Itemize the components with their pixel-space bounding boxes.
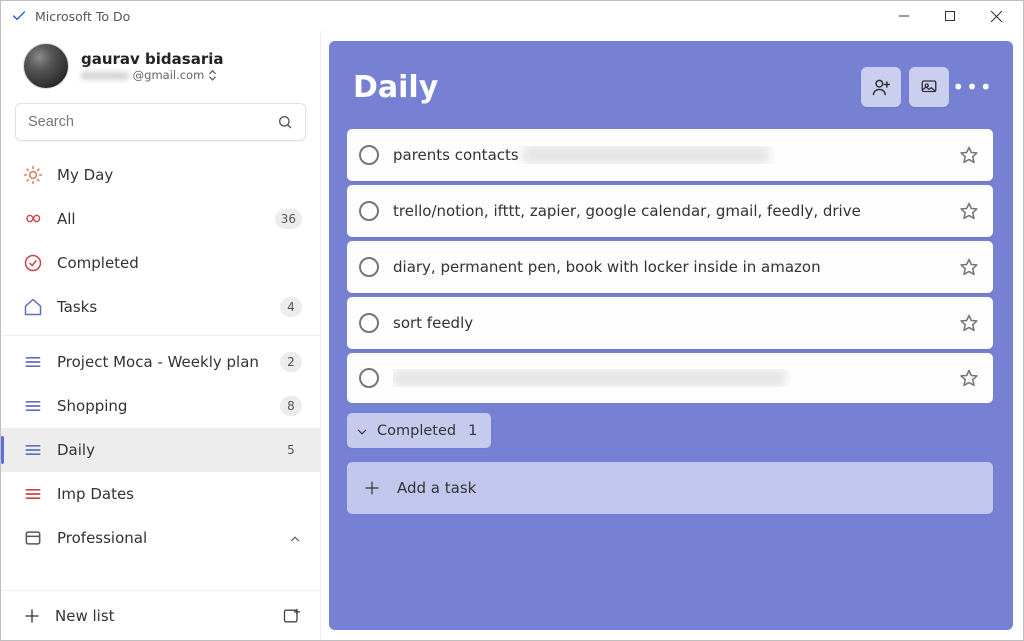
task-checkbox[interactable] (359, 257, 379, 277)
profile-name: gaurav bidasaria (81, 50, 224, 68)
task-title: diary, permanent pen, book with locker i… (393, 258, 945, 276)
search-icon (277, 114, 293, 130)
task-checkbox[interactable] (359, 201, 379, 221)
task-row[interactable]: sort feedly (347, 297, 993, 349)
infinity-icon (23, 209, 43, 229)
new-list-label: New list (55, 607, 268, 625)
app-icon (11, 8, 27, 24)
sidebar-item-all[interactable]: All 36 (1, 197, 320, 241)
list-title: Daily (353, 70, 438, 105)
window-titlebar: Microsoft To Do (1, 1, 1023, 31)
home-icon (23, 297, 43, 317)
task-checkbox[interactable] (359, 145, 379, 165)
count-badge: 2 (280, 352, 302, 372)
sidebar-item-tasks[interactable]: Tasks 4 (1, 285, 320, 329)
task-title: parents contacts xxxxxxx xxxxxxx xxxxxx … (393, 146, 945, 164)
add-task-label: Add a task (397, 479, 476, 497)
sidebar-item-label: All (57, 210, 261, 228)
star-icon[interactable] (959, 257, 979, 277)
star-icon[interactable] (959, 145, 979, 165)
sidebar-item-label: Project Moca - Weekly plan (57, 353, 266, 371)
theme-button[interactable] (909, 67, 949, 107)
list-header: Daily ••• (347, 67, 993, 107)
sidebar-item-label: Imp Dates (57, 485, 302, 503)
task-checkbox[interactable] (359, 368, 379, 388)
sidebar-item-completed[interactable]: Completed (1, 241, 320, 285)
sidebar-item-my-day[interactable]: My Day (1, 153, 320, 197)
task-row[interactable]: parents contacts xxxxxxx xxxxxxx xxxxxx … (347, 129, 993, 181)
search-input[interactable] (28, 114, 277, 130)
content-area: Daily ••• parents contacts xxxxxxx xxxxx… (321, 31, 1023, 640)
list-pane: Daily ••• parents contacts xxxxxxx xxxxx… (329, 41, 1013, 630)
avatar (23, 43, 69, 89)
task-title: trello/notion, ifttt, zapier, google cal… (393, 202, 945, 220)
sidebar-item-label: Shopping (57, 397, 266, 415)
window-minimize-button[interactable] (881, 1, 927, 31)
search-box[interactable] (15, 103, 306, 141)
completed-label: Completed (377, 423, 456, 439)
sidebar-item-label: Completed (57, 254, 302, 272)
add-task-row[interactable]: Add a task (347, 462, 993, 514)
task-row[interactable]: xxxxxxxx xxxxxx xxxxxxx xxxxx xxxx xxx x… (347, 353, 993, 403)
account-switcher-icon (208, 69, 217, 81)
task-list: parents contacts xxxxxxx xxxxxxx xxxxxx … (347, 129, 993, 403)
sidebar-item-label: Daily (57, 441, 266, 459)
sidebar-item-label: Tasks (57, 298, 266, 316)
sun-icon (23, 165, 43, 185)
star-icon[interactable] (959, 313, 979, 333)
sidebar-item-professional[interactable]: Professional (1, 516, 320, 560)
sidebar-item-project-moca[interactable]: Project Moca - Weekly plan 2 (1, 340, 320, 384)
chevron-down-icon (355, 424, 369, 438)
list-icon (23, 484, 43, 504)
list-icon (23, 396, 43, 416)
new-group-icon[interactable] (282, 606, 302, 626)
completed-toggle[interactable]: Completed 1 (347, 413, 491, 448)
window-maximize-button[interactable] (927, 1, 973, 31)
task-title: xxxxxxxx xxxxxx xxxxxxx xxxxx xxxx xxx x… (393, 369, 945, 387)
ellipsis-icon: ••• (952, 75, 993, 99)
task-row[interactable]: diary, permanent pen, book with locker i… (347, 241, 993, 293)
sidebar: gaurav bidasaria xxxxxxx@gmail.com (1, 31, 321, 640)
check-circle-icon (23, 253, 43, 273)
sidebar-item-imp-dates[interactable]: Imp Dates (1, 472, 320, 516)
group-icon (23, 528, 43, 548)
completed-count: 1 (468, 423, 477, 439)
sidebar-item-daily[interactable]: Daily 5 (1, 428, 320, 472)
main-area: gaurav bidasaria xxxxxxx@gmail.com (1, 31, 1023, 640)
new-list-row[interactable]: New list (1, 590, 320, 640)
profile-section[interactable]: gaurav bidasaria xxxxxxx@gmail.com (1, 31, 320, 97)
sidebar-item-label: My Day (57, 166, 302, 184)
profile-email: xxxxxxx@gmail.com (81, 68, 224, 82)
list-icon (23, 352, 43, 372)
count-badge: 5 (280, 440, 302, 460)
more-options-button[interactable]: ••• (953, 67, 993, 107)
sidebar-item-label: Professional (57, 529, 274, 547)
window-close-button[interactable] (973, 1, 1019, 31)
sidebar-item-shopping[interactable]: Shopping 8 (1, 384, 320, 428)
count-badge: 36 (275, 209, 302, 229)
app-title: Microsoft To Do (35, 9, 130, 24)
user-lists: Project Moca - Weekly plan 2 Shopping 8 … (1, 336, 320, 590)
count-badge: 8 (280, 396, 302, 416)
count-badge: 4 (280, 297, 302, 317)
plus-icon (23, 607, 41, 625)
chevron-up-icon (288, 531, 302, 545)
list-icon (23, 440, 43, 460)
star-icon[interactable] (959, 201, 979, 221)
task-title: sort feedly (393, 314, 945, 332)
share-button[interactable] (861, 67, 901, 107)
plus-icon (363, 479, 381, 497)
task-row[interactable]: trello/notion, ifttt, zapier, google cal… (347, 185, 993, 237)
star-icon[interactable] (959, 368, 979, 388)
task-checkbox[interactable] (359, 313, 379, 333)
smart-lists: My Day All 36 Completed Tasks 4 (1, 147, 320, 336)
